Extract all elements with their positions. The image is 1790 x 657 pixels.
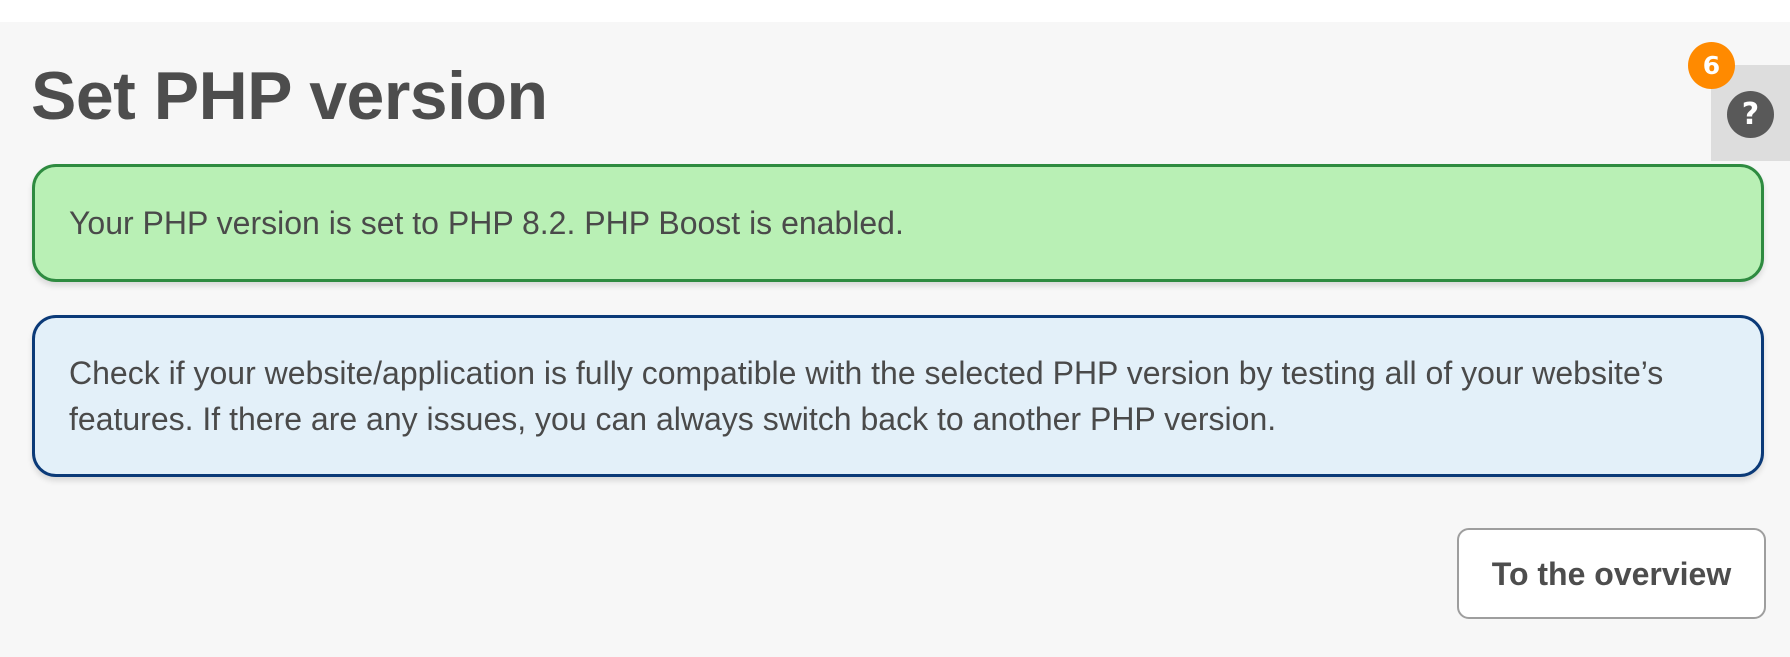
notification-badge: 6 <box>1688 42 1735 89</box>
overview-button[interactable]: To the overview <box>1457 528 1766 619</box>
page-title: Set PHP version <box>31 58 548 134</box>
success-alert-text: Your PHP version is set to PHP 8.2. PHP … <box>69 205 904 241</box>
page-content: Set PHP version ? 6 Your PHP version is … <box>0 22 1790 657</box>
info-alert: Check if your website/application is ful… <box>32 315 1764 477</box>
success-alert: Your PHP version is set to PHP 8.2. PHP … <box>32 164 1764 282</box>
info-alert-text: Check if your website/application is ful… <box>69 355 1664 437</box>
question-mark-icon[interactable]: ? <box>1727 91 1774 138</box>
